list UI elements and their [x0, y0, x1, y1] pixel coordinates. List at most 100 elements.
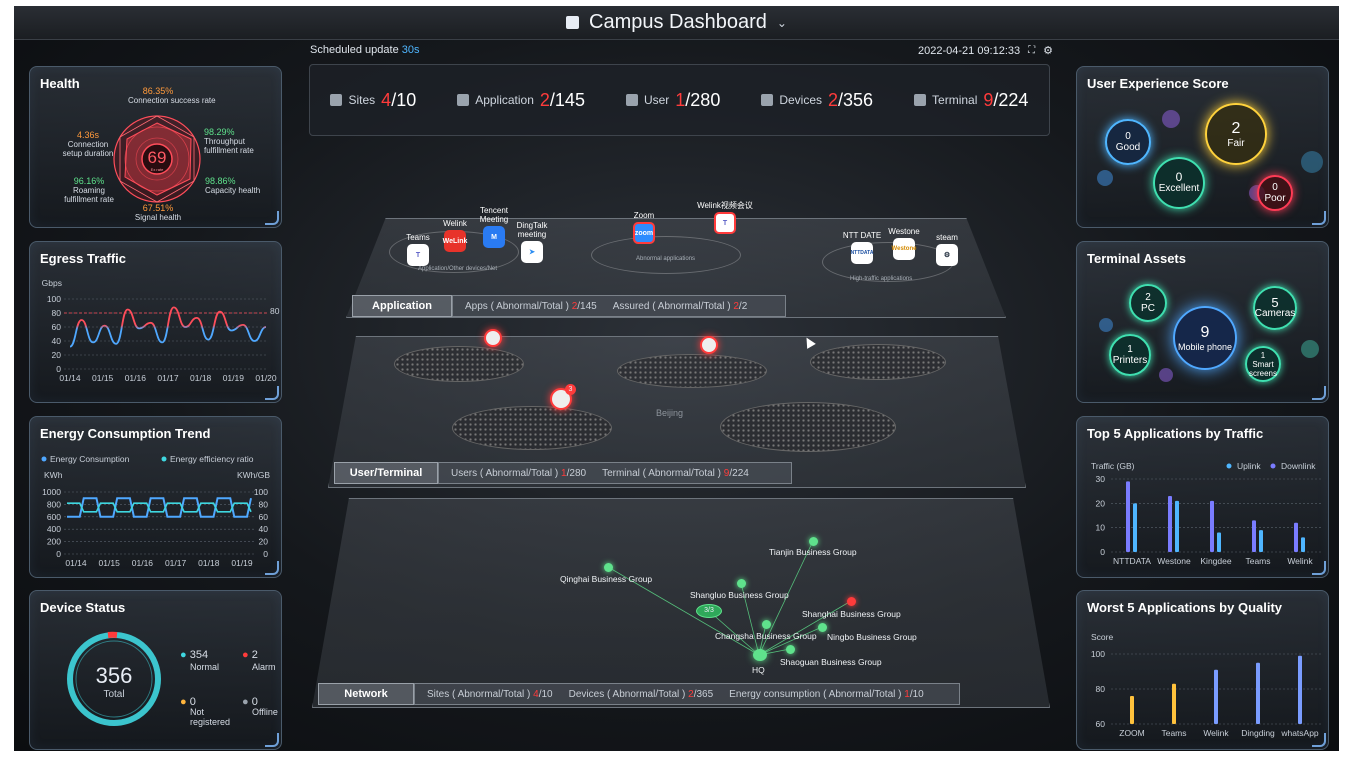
egress-traffic-panel[interactable]: Egress Traffic Gbps 0 20 40 60 80 100 80 01/14 01…: [29, 241, 282, 403]
y-unit: Score: [1091, 632, 1113, 642]
ux-fair[interactable]: 2 Fair: [1205, 103, 1267, 165]
worst5-quality-panel[interactable]: Worst 5 Applications by Quality Score 60 8…: [1076, 590, 1329, 750]
site-node[interactable]: [762, 620, 771, 629]
x-tick-label: Kingdee: [1200, 556, 1231, 566]
tab-user-terminal[interactable]: User/Terminal: [334, 462, 438, 484]
y-tick-label: 100: [1091, 649, 1105, 659]
health-panel[interactable]: Health 69 Ex rate 86.35% Connection succe…: [29, 66, 282, 228]
hq-node[interactable]: [753, 649, 767, 661]
westone-icon: Westone: [892, 238, 916, 260]
user-layer-tabbar: User/Terminal Users ( Abnormal/Total ) 1…: [334, 462, 792, 484]
y-unit-left: KWh: [44, 470, 63, 480]
bar-score: [1256, 662, 1260, 724]
stat-terminal[interactable]: Terminal 9/224: [914, 90, 1028, 111]
asset-pc[interactable]: 2 PC: [1129, 284, 1167, 322]
dingtalk-icon: ➤: [521, 241, 543, 263]
app-zoom[interactable]: Zoom zoom: [624, 211, 664, 244]
terminal-assets-panel[interactable]: Terminal Assets 2 PC 5 Cameras 1 Printers 9…: [1076, 241, 1329, 403]
user-area-ellipse: [720, 402, 896, 452]
app-steam[interactable]: steam ⚙: [927, 233, 967, 266]
panel-corner: [265, 561, 279, 575]
status-alarm: ● 2 Alarm: [242, 649, 276, 672]
grid-icon: [457, 94, 470, 106]
decor-bubble: [1159, 368, 1173, 382]
monitor-icon: [914, 94, 927, 106]
x-tick-label: 01/16: [125, 373, 147, 383]
user-experience-panel[interactable]: User Experience Score 0 Good 2 Fair 0 Excel…: [1076, 66, 1329, 228]
stat-devices[interactable]: Devices 2/356: [761, 90, 873, 111]
bar-downlink: [1133, 503, 1137, 552]
x-tick-label: 01/17: [157, 373, 179, 383]
series-efficiency: [67, 502, 252, 513]
page-title: Campus Dashboard: [589, 11, 767, 33]
network-layer-info: Sites ( Abnormal/Total ) 4/10 Devices ( …: [414, 683, 960, 705]
metric-setup: 4.36s Connection setup duration: [62, 130, 114, 159]
panel-corner: [1312, 211, 1326, 225]
status-normal: ● 354 Normal: [180, 649, 220, 672]
datetime: 2022-04-21 09:12:33: [918, 44, 1021, 57]
y-tick-label-right: 20: [259, 537, 269, 547]
ux-good[interactable]: 0 Good: [1105, 119, 1151, 165]
device-status-panel[interactable]: Device Status 356 Total ● 354 Normal ● 2A…: [29, 590, 282, 750]
site-label-ningbo: Ningbo Business Group: [827, 632, 917, 642]
bar-score: [1172, 683, 1176, 724]
energy-panel[interactable]: Energy Consumption Trend Energy Consumpt…: [29, 416, 282, 578]
fullscreen-icon[interactable]: ⛶: [1028, 45, 1035, 56]
site-node[interactable]: [786, 645, 795, 654]
site-node[interactable]: [737, 579, 746, 588]
y-tick-label: 1000: [42, 487, 61, 497]
site-node[interactable]: [604, 563, 613, 572]
dashboard-icon: [566, 16, 580, 29]
asset-mobile[interactable]: 9 Mobile phone: [1173, 306, 1237, 370]
user-area-ellipse: [617, 354, 767, 388]
user-marker[interactable]: [484, 329, 502, 347]
status-offline: ● 0 Offline: [242, 696, 278, 718]
app-ntt[interactable]: NTT DATE NTTDATA: [840, 231, 884, 264]
stat-user[interactable]: User 1/280: [625, 90, 720, 111]
decor-bubble: [1097, 170, 1113, 186]
x-tick-label: NTTDATA: [1113, 556, 1151, 566]
tab-network[interactable]: Network: [318, 683, 414, 705]
bar-score: [1214, 669, 1218, 724]
app-dingtalk[interactable]: DingTalk meeting ➤: [510, 221, 554, 263]
site-node-alarm[interactable]: [847, 597, 856, 606]
site-node[interactable]: [818, 623, 827, 632]
y-tick-label: 60: [1096, 719, 1106, 729]
asset-cameras[interactable]: 5 Cameras: [1253, 286, 1297, 330]
stat-sites[interactable]: Sites 4/10: [330, 90, 416, 111]
stat-application[interactable]: Application 2/145: [457, 90, 585, 111]
hq-badge: 3/3: [696, 604, 722, 618]
dashboard-title-switcher[interactable]: Campus Dashboard ⌄: [566, 11, 787, 34]
y-unit: Gbps: [42, 278, 62, 288]
x-tick-label: 01/16: [132, 558, 154, 568]
ux-excellent[interactable]: 0 Excellent: [1153, 157, 1205, 209]
app-welink-video[interactable]: Welink视频会议 T: [690, 201, 760, 234]
x-tick-label: 01/15: [92, 373, 114, 383]
tab-application[interactable]: Application: [352, 295, 452, 317]
dashboard-screen: Campus Dashboard ⌄ Scheduled update 30s …: [14, 6, 1339, 751]
x-tick-label: 01/15: [99, 558, 121, 568]
asset-smart-screens[interactable]: 1 Smart screens: [1245, 346, 1281, 382]
site-label-shangluo: Shangluo Business Group: [690, 590, 789, 600]
settings-icon[interactable]: ⚙: [1043, 44, 1053, 57]
app-westone[interactable]: Westone Westone: [884, 227, 924, 260]
network-layer[interactable]: [312, 498, 1050, 708]
app-teams[interactable]: Teams T: [398, 233, 438, 266]
x-tick-label: 01/19: [231, 558, 253, 568]
asset-printers[interactable]: 1 Printers: [1109, 334, 1151, 376]
ux-poor[interactable]: 0 Poor: [1257, 175, 1293, 211]
panel-corner: [265, 733, 279, 747]
legend-dot: [1270, 463, 1276, 469]
x-tick-label: Teams: [1161, 728, 1186, 738]
user-marker[interactable]: [700, 336, 718, 354]
legend-dot: [1226, 463, 1232, 469]
tencent-meeting-icon: M: [483, 226, 505, 248]
person-icon: [625, 94, 638, 106]
y-tick-label: 200: [47, 537, 61, 547]
y-unit: Traffic (GB): [1091, 461, 1135, 471]
teams-icon: T: [714, 212, 736, 234]
site-node[interactable]: [809, 537, 818, 546]
scheduled-update-value: 30s: [401, 44, 420, 56]
app-welink[interactable]: Welink WeLink: [435, 219, 475, 252]
top5-traffic-panel[interactable]: Top 5 Applications by Traffic Traffic (G…: [1076, 416, 1329, 578]
